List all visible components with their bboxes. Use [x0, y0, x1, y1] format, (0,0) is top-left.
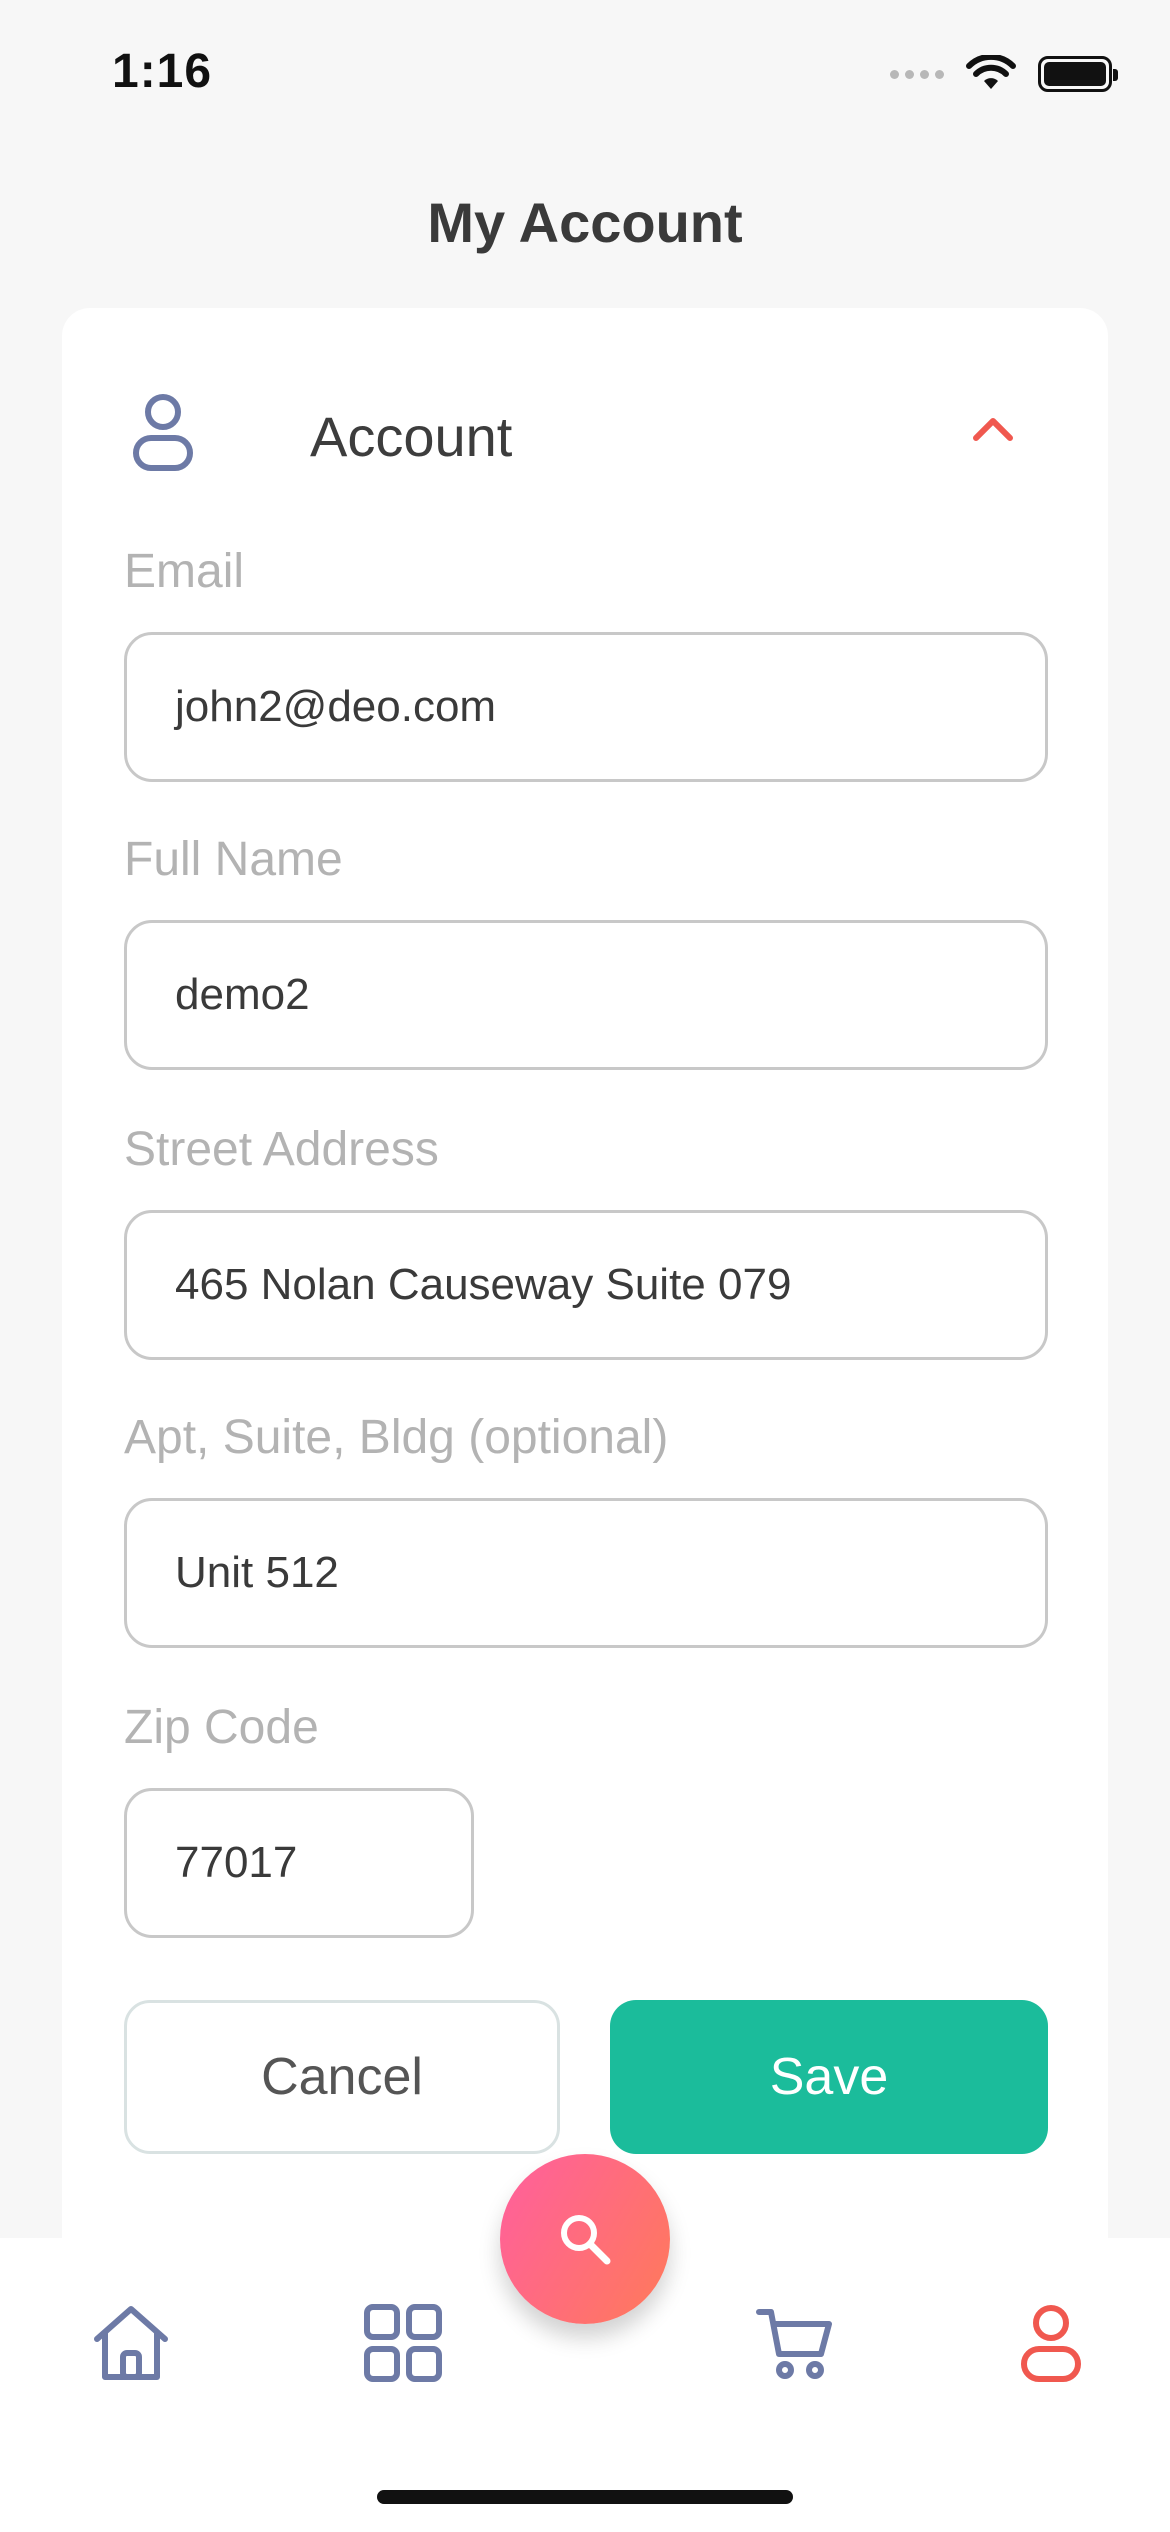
grid-icon: [364, 2304, 442, 2382]
cancel-button[interactable]: Cancel: [124, 2000, 560, 2154]
street-address-field[interactable]: 465 Nolan Causeway Suite 079: [124, 1210, 1048, 1360]
search-icon: [561, 2215, 611, 2265]
zip-code-label: Zip Code: [124, 1701, 319, 1754]
home-icon: [94, 2306, 168, 2380]
tab-account[interactable]: [1006, 2298, 1096, 2388]
user-icon: [1021, 2305, 1081, 2382]
email-field[interactable]: john2@deo.com: [124, 632, 1048, 782]
wifi-icon: [966, 55, 1016, 89]
search-fab-button[interactable]: [500, 2154, 670, 2324]
email-label: Email: [124, 545, 245, 598]
chevron-up-icon[interactable]: [968, 408, 1018, 448]
full-name-label: Full Name: [124, 833, 343, 886]
zip-code-field[interactable]: 77017: [124, 1788, 474, 1938]
tab-cart[interactable]: [750, 2298, 840, 2388]
status-bar: 1:16: [0, 0, 1170, 150]
zip-code-value: 77017: [175, 1838, 298, 1887]
street-address-value: 465 Nolan Causeway Suite 079: [175, 1260, 792, 1309]
cellular-signal-icon: [890, 69, 944, 79]
tab-categories[interactable]: [358, 2298, 448, 2388]
user-icon: [133, 394, 193, 471]
cart-icon: [756, 2309, 832, 2379]
apt-suite-label: Apt, Suite, Bldg (optional): [124, 1411, 669, 1464]
battery-icon: [1038, 56, 1118, 92]
account-card: Account Email john2@deo.com Full Name de…: [62, 308, 1108, 2308]
email-value: john2@deo.com: [175, 682, 497, 731]
apt-suite-field[interactable]: Unit 512: [124, 1498, 1048, 1648]
street-address-label: Street Address: [124, 1123, 439, 1176]
page-title: My Account: [427, 191, 743, 254]
account-section-header[interactable]: Account: [62, 368, 1108, 498]
save-button[interactable]: Save: [610, 2000, 1048, 2154]
home-indicator: [377, 2490, 793, 2504]
status-icons: [890, 52, 1118, 96]
apt-suite-value: Unit 512: [175, 1548, 339, 1597]
tab-home[interactable]: [86, 2298, 176, 2388]
status-time: 1:16: [112, 45, 213, 98]
account-section-title: Account: [310, 405, 513, 468]
full-name-field[interactable]: demo2: [124, 920, 1048, 1070]
full-name-value: demo2: [175, 970, 310, 1019]
